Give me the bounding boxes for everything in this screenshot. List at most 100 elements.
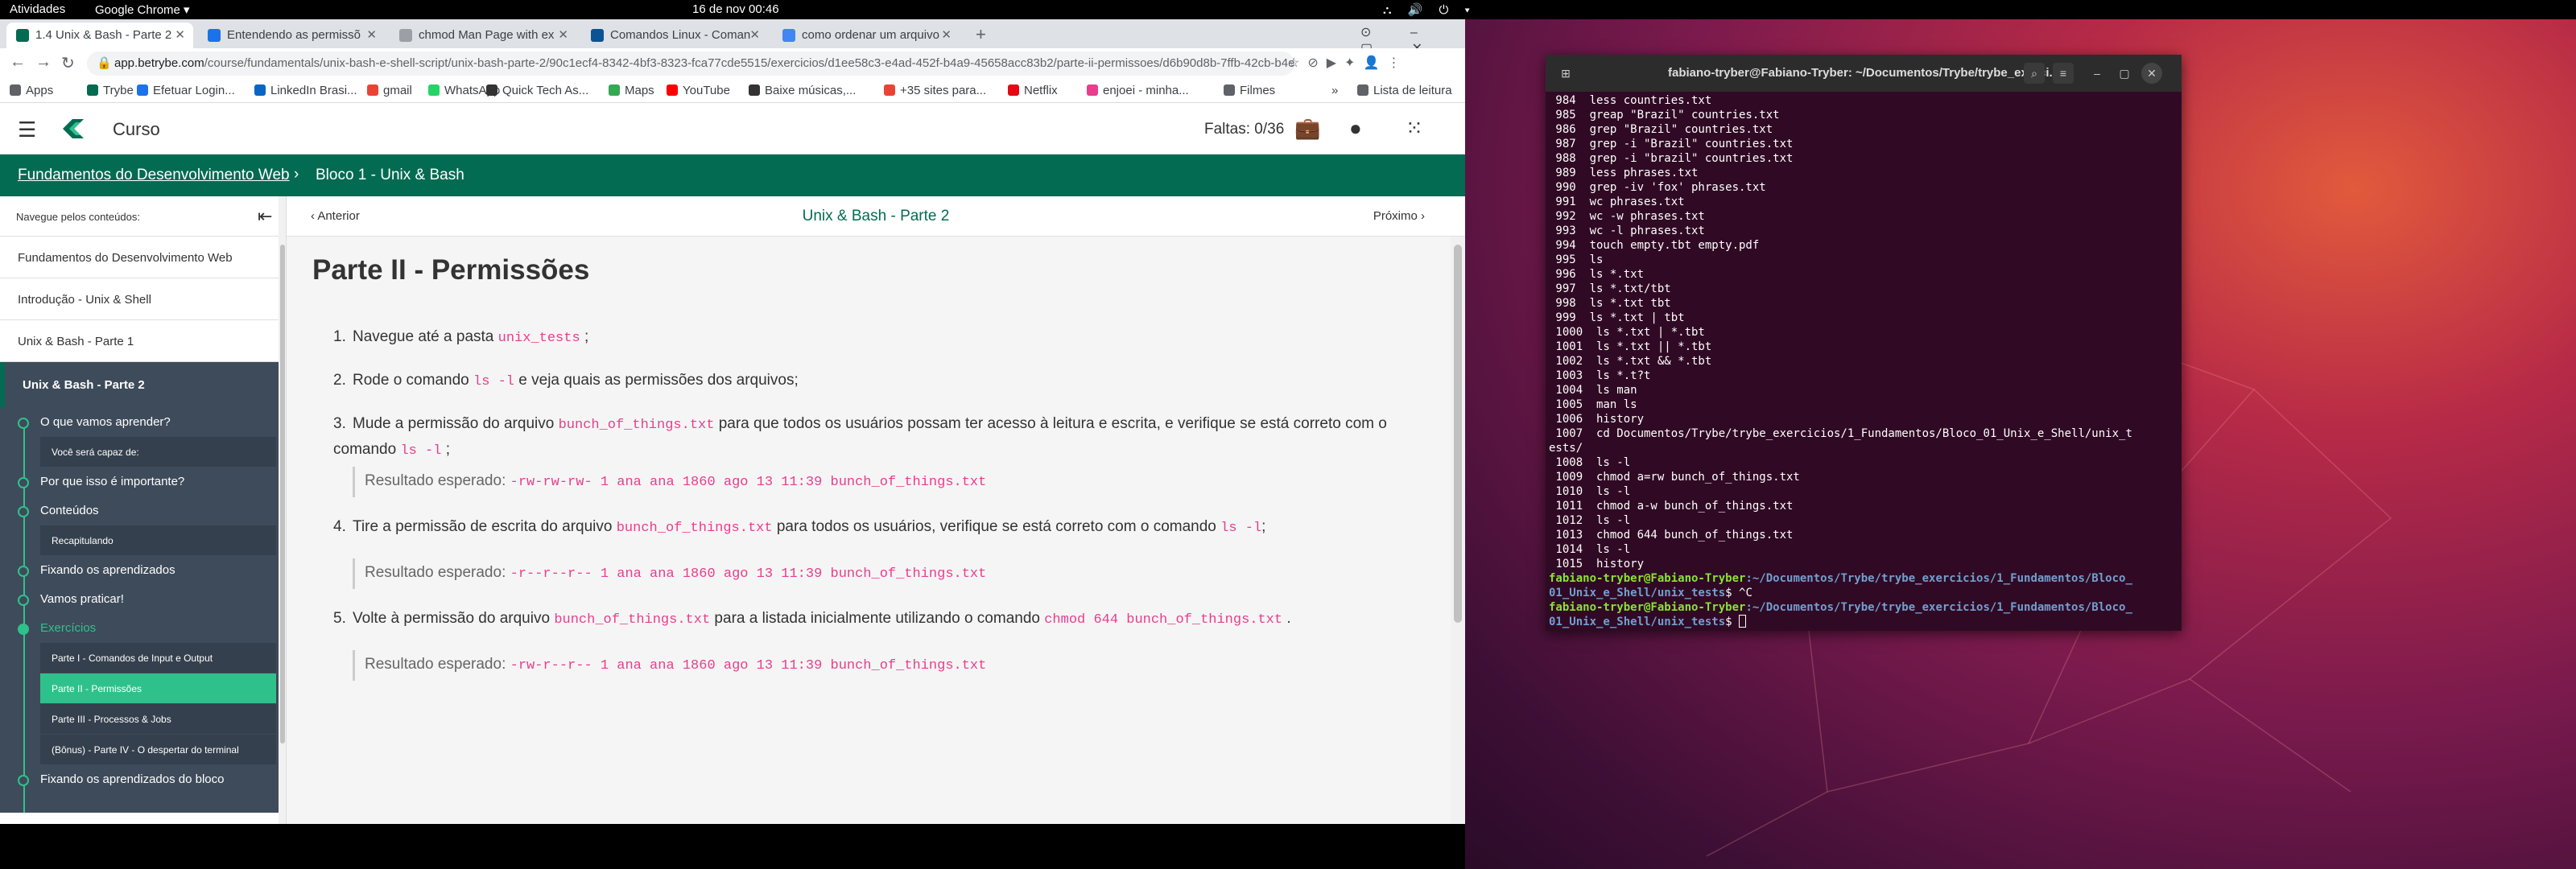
faltas-counter: Faltas: 0/36 [1204, 121, 1285, 138]
section-label: Por que isso é importante? [40, 475, 185, 488]
collapse-sidebar-icon[interactable]: ⇤ [258, 206, 272, 227]
sidebar-section[interactable]: Exercícios [0, 614, 286, 643]
step-code: ls -l [400, 443, 442, 459]
grid-icon[interactable]: ⁙ [1406, 116, 1423, 141]
bookmark-item[interactable]: Lista de leitura [1357, 84, 1452, 97]
terminal-line: 989 less phrases.txt [1549, 167, 1699, 179]
sidebar-section[interactable]: Conteúdos [0, 496, 286, 525]
system-menu[interactable]: ⛬ 🔊 ⏻ ▾ [1383, 2, 1476, 17]
terminal-line: 986 grep "Brazil" countries.txt [1549, 123, 1773, 136]
terminal-line: 1008 ls -l [1549, 456, 1631, 469]
activities-button[interactable]: Atividades [10, 2, 65, 16]
bookmark-item[interactable]: » [1331, 84, 1338, 97]
bookmark-label: enjoei - minha... [1103, 84, 1189, 97]
sidebar-item[interactable]: Fundamentos do Desenvolvimento Web [0, 237, 286, 278]
terminal-line: 1000 ls *.txt | *.tbt [1549, 326, 1705, 339]
lock-icon: 🔒 [97, 56, 112, 70]
terminal-prompt-line: 01_Unix_e_Shell/unix_tests$ [1549, 615, 2182, 629]
browser-tab[interactable]: Entendendo as permissõ ✕ [198, 23, 385, 48]
sidebar-section[interactable]: O que vamos aprender? [0, 408, 286, 437]
bookmark-item[interactable]: +35 sites para... [884, 84, 986, 97]
bookmark-item[interactable]: Filmes [1224, 84, 1275, 97]
expected-result: Resultado esperado: -rw-r--r-- 1 ana ana… [353, 650, 986, 681]
previous-button[interactable]: ‹ Anterior [311, 209, 360, 223]
section-label: Conteúdos [40, 504, 99, 517]
minimize-icon[interactable]: – [2087, 63, 2107, 84]
sidebar-section[interactable]: Por que isso é importante? [0, 467, 286, 496]
menu-icon[interactable]: ☰ [18, 117, 36, 142]
content-scrollbar[interactable] [1451, 237, 1465, 824]
bookmark-item[interactable]: YouTube [667, 84, 730, 97]
app-menu[interactable]: Google Chrome ▾ [95, 2, 190, 17]
search-icon[interactable]: ⌕ [2024, 63, 2045, 84]
step-text: para a listada inicialmente utilizando o… [710, 610, 1045, 627]
bookmark-icon [254, 84, 266, 96]
tab-close-icon[interactable]: ✕ [175, 23, 185, 48]
sidebar-section[interactable]: Vamos praticar! [0, 585, 286, 614]
next-button[interactable]: Próximo › [1373, 209, 1425, 223]
browser-tab[interactable]: Comandos Linux - Coman ✕ [581, 23, 768, 48]
bookmark-icon [1224, 84, 1235, 96]
sidebar-section[interactable]: Fixando os aprendizados [0, 556, 286, 585]
tab-close-icon[interactable]: ✕ [749, 23, 760, 48]
bookmark-item[interactable]: Apps [10, 84, 53, 97]
sidebar-subitem[interactable]: (Bônus) - Parte IV - O despertar do term… [40, 735, 276, 765]
sidebar-subitem[interactable]: Recapitulando [40, 525, 276, 556]
bookmark-item[interactable]: gmail [367, 84, 412, 97]
forward-icon[interactable]: → [35, 53, 52, 72]
breadcrumb-course-link[interactable]: Fundamentos do Desenvolvimento Web [18, 167, 290, 184]
sidebar-subitem[interactable]: Você será capaz de: [40, 437, 276, 467]
prompt-path: 01_Unix_e_Shell/unix_tests [1549, 616, 1726, 628]
section-status-dot [18, 775, 29, 786]
hamburger-icon[interactable]: ≡ [2053, 63, 2074, 84]
sidebar-scrollbar[interactable] [279, 196, 286, 824]
terminal-line: 1010 ls -l [1549, 485, 1631, 498]
sidebar-item[interactable]: Introdução - Unix & Shell [0, 278, 286, 320]
tab-close-icon[interactable]: ✕ [941, 23, 952, 48]
maximize-icon[interactable]: ▢ [2114, 63, 2135, 84]
lesson-nav: Unix & Bash - Parte 2 ‹ Anterior Próximo… [287, 196, 1465, 237]
step-code: unix_tests [497, 331, 580, 346]
tab-close-icon[interactable]: ✕ [558, 23, 568, 48]
browser-tab[interactable]: chmod Man Page with ex ✕ [390, 23, 576, 48]
bookmark-item[interactable]: Quick Tech As... [486, 84, 588, 97]
sidebar-subitem[interactable]: Parte II - Permissões [40, 673, 276, 704]
sidebar-active-title[interactable]: Unix & Bash - Parte 2 [0, 362, 286, 408]
browser-tab[interactable]: como ordenar um arquivo ✕ [773, 23, 960, 48]
tab-favicon-icon [208, 29, 221, 42]
bookmark-item[interactable]: Baixe músicas,... [749, 84, 856, 97]
sidebar-subitem[interactable]: Parte I - Comandos de Input e Output [40, 643, 276, 673]
terminal-prompt-line: fabiano-tryber@Fabiano-Tryber:~/Document… [1549, 600, 2182, 615]
bookmark-item[interactable]: Maps [609, 84, 654, 97]
tab-close-icon[interactable]: ✕ [366, 23, 377, 48]
sidebar-section[interactable]: Fixando os aprendizados do bloco [0, 765, 286, 794]
step-text: ; [580, 328, 589, 345]
bookmark-item[interactable]: LinkedIn Brasi... [254, 84, 357, 97]
bookmark-icon [609, 84, 620, 96]
step-text: Mude a permissão do arquivo [353, 415, 559, 432]
trybe-logo[interactable] [60, 114, 89, 143]
sidebar-header-label: Navegue pelos conteúdos: [16, 211, 140, 223]
new-tab-button[interactable]: + [976, 24, 986, 45]
prompt-user: fabiano-tryber@Fabiano-Tryber [1549, 601, 1746, 614]
account-icon[interactable]: ● [1349, 116, 1362, 141]
bookmark-item[interactable]: Efetuar Login... [137, 84, 235, 97]
expected-result-label: Resultado esperado: [365, 656, 510, 673]
address-bar[interactable]: 🔒 app.betrybe.com/course/fundamentals/un… [87, 51, 1294, 76]
tab-favicon-icon [782, 29, 795, 42]
bookmark-item[interactable]: enjoei - minha... [1087, 84, 1189, 97]
close-icon[interactable]: ✕ [2141, 63, 2162, 84]
terminal-output[interactable]: 984 less countries.txt 985 greap "Brazil… [1549, 93, 2182, 631]
bookmark-item[interactable]: Trybe [87, 84, 134, 97]
briefcase-icon[interactable]: 💼 [1294, 116, 1320, 141]
back-icon[interactable]: ← [10, 53, 26, 72]
extensions-area[interactable]: ☆⊘▶✦👤⋮ [1288, 55, 1408, 71]
reload-icon[interactable]: ↻ [61, 53, 75, 73]
clock[interactable]: 16 de nov 00:46 [692, 2, 779, 16]
terminal-line: 993 wc -l phrases.txt [1549, 224, 1705, 237]
sidebar-subitem[interactable]: Parte III - Processos & Jobs [40, 704, 276, 735]
browser-tab[interactable]: 1.4 Unix & Bash - Parte 2 ✕ [6, 23, 193, 48]
bookmark-item[interactable]: Netflix [1008, 84, 1058, 97]
sidebar-item[interactable]: Unix & Bash - Parte 1 [0, 320, 286, 362]
article: Parte II - Permissões 1. Navegue até a pa… [287, 237, 1451, 824]
